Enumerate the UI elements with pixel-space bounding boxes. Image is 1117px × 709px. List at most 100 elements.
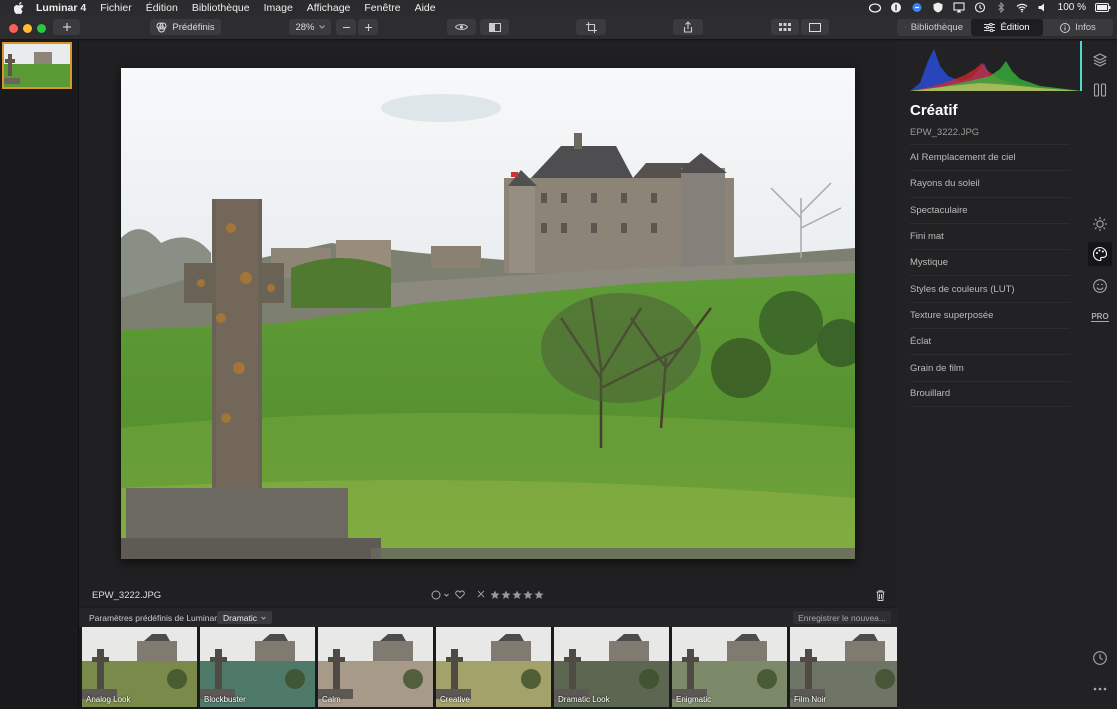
favorite-button[interactable] bbox=[455, 590, 465, 599]
volume-icon[interactable] bbox=[1037, 2, 1049, 13]
preset-label: Dramatic Look bbox=[558, 695, 610, 704]
preset-thumbnail[interactable]: Creative bbox=[436, 627, 551, 707]
creative-tool-item[interactable]: Éclat bbox=[910, 328, 1070, 354]
preset-thumbnail[interactable]: Enigmatic bbox=[672, 627, 787, 707]
menu-fenetre[interactable]: Fenêtre bbox=[364, 2, 400, 14]
dropbox-icon[interactable] bbox=[911, 2, 923, 13]
star-icon[interactable] bbox=[501, 590, 511, 600]
preset-label: Creative bbox=[440, 695, 470, 704]
flag-control[interactable] bbox=[431, 590, 449, 600]
more-options-icon[interactable] bbox=[1091, 680, 1109, 698]
filmstrip-thumbnail[interactable] bbox=[2, 42, 72, 89]
essentials-sun-icon[interactable] bbox=[1091, 215, 1109, 233]
chevron-down-icon bbox=[318, 25, 325, 29]
preset-thumbnail[interactable]: Blockbuster bbox=[200, 627, 315, 707]
menu-bibliotheque[interactable]: Bibliothèque bbox=[192, 2, 250, 14]
histogram bbox=[910, 41, 1082, 91]
layers-icon[interactable] bbox=[1091, 51, 1109, 69]
menu-app-name[interactable]: Luminar 4 bbox=[36, 2, 86, 14]
creative-tool-item[interactable]: Rayons du soleil bbox=[910, 170, 1070, 196]
window-minimize-button[interactable] bbox=[23, 24, 32, 33]
star-icon[interactable] bbox=[523, 590, 533, 600]
preset-thumbnail[interactable]: Analog Look bbox=[82, 627, 197, 707]
apple-icon[interactable] bbox=[12, 1, 26, 14]
preset-category-select[interactable]: Dramatic bbox=[217, 611, 273, 624]
image-filename: EPW_3222.JPG bbox=[92, 590, 162, 601]
tab-bibliotheque[interactable]: Bibliothèque bbox=[897, 19, 971, 36]
share-icon bbox=[683, 21, 693, 33]
creative-tool-item[interactable]: Spectaculaire bbox=[910, 196, 1070, 223]
preset-thumbnail[interactable]: Calm bbox=[318, 627, 433, 707]
creative-tool-label: Rayons du soleil bbox=[910, 178, 980, 190]
creative-tool-label: Grain de film bbox=[910, 362, 964, 374]
presets-header-label: Paramètres prédéfinis de Luminar : bbox=[89, 613, 222, 623]
tab-infos-label: Infos bbox=[1075, 22, 1096, 33]
creative-tool-item[interactable]: Grain de film bbox=[910, 354, 1070, 380]
share-button[interactable] bbox=[673, 19, 703, 35]
gallery-view-button[interactable] bbox=[771, 19, 799, 35]
menu-affichage[interactable]: Affichage bbox=[307, 2, 351, 14]
menu-aide[interactable]: Aide bbox=[415, 2, 436, 14]
plus-icon bbox=[62, 23, 71, 31]
zoom-value: 28% bbox=[295, 21, 315, 33]
tab-edition[interactable]: Édition bbox=[971, 19, 1043, 36]
creative-tool-label: Spectaculaire bbox=[910, 204, 968, 216]
menu-edition[interactable]: Édition bbox=[146, 2, 178, 14]
battery-icon[interactable] bbox=[1095, 2, 1111, 13]
image-canvas[interactable] bbox=[79, 41, 897, 586]
creative-tool-item[interactable]: Texture superposée bbox=[910, 301, 1070, 328]
add-images-button[interactable] bbox=[53, 19, 80, 35]
wifi-icon[interactable] bbox=[1016, 2, 1028, 13]
window-close-button[interactable] bbox=[9, 24, 18, 33]
zoom-select[interactable]: 28% bbox=[289, 19, 331, 35]
single-view-button[interactable] bbox=[801, 19, 829, 35]
creative-tool-item[interactable]: Brouillard bbox=[910, 380, 1070, 407]
pro-tools-icon[interactable]: PRO bbox=[1091, 308, 1109, 326]
preset-thumbnail[interactable]: Dramatic Look bbox=[554, 627, 669, 707]
menu-image[interactable]: Image bbox=[264, 2, 293, 14]
zoom-out-button[interactable] bbox=[336, 19, 356, 35]
chevron-down-icon bbox=[261, 616, 266, 620]
compare-button[interactable] bbox=[480, 19, 509, 35]
delete-button[interactable] bbox=[876, 590, 885, 601]
tab-edition-label: Édition bbox=[1000, 22, 1030, 33]
bluetooth-icon[interactable] bbox=[995, 2, 1007, 13]
creative-cloud-icon[interactable] bbox=[868, 2, 881, 13]
info-icon bbox=[1060, 22, 1071, 33]
presets-label: Prédéfinis bbox=[172, 21, 215, 33]
shield-icon[interactable] bbox=[932, 2, 944, 13]
star-icon[interactable] bbox=[490, 590, 500, 600]
edited-photo[interactable] bbox=[121, 68, 855, 559]
creative-tool-item[interactable]: Styles de couleurs (LUT) bbox=[910, 275, 1070, 301]
reject-button[interactable] bbox=[477, 590, 485, 598]
menu-fichier[interactable]: Fichier bbox=[100, 2, 132, 14]
zoom-in-button[interactable] bbox=[358, 19, 378, 35]
panel-filename: EPW_3222.JPG bbox=[910, 127, 980, 138]
history-clock-icon[interactable] bbox=[1091, 649, 1109, 667]
sliders-icon bbox=[984, 23, 996, 32]
airplay-icon[interactable] bbox=[953, 2, 965, 13]
portrait-smile-icon[interactable] bbox=[1091, 277, 1109, 295]
crop-button[interactable] bbox=[576, 19, 606, 35]
creative-tool-item[interactable]: Mystique bbox=[910, 249, 1070, 275]
star-icon[interactable] bbox=[512, 590, 522, 600]
save-new-preset-button[interactable]: Enregistrer le nouvea... bbox=[793, 611, 891, 624]
window-zoom-button[interactable] bbox=[37, 24, 46, 33]
creative-tool-label: Mystique bbox=[910, 257, 949, 269]
preset-thumbnail[interactable]: Film Noir bbox=[790, 627, 897, 707]
onepassword-icon[interactable] bbox=[890, 2, 902, 13]
preset-label: Blockbuster bbox=[204, 695, 246, 704]
creative-tool-item[interactable]: AI Remplacement de ciel bbox=[910, 144, 1070, 170]
creative-tool-item[interactable]: Fini mat bbox=[910, 222, 1070, 249]
creative-palette-icon[interactable] bbox=[1088, 242, 1112, 266]
presets-header: Paramètres prédéfinis de Luminar : Drama… bbox=[79, 608, 897, 627]
presets-button[interactable]: Prédéfinis bbox=[150, 19, 221, 35]
star-icon[interactable] bbox=[534, 590, 544, 600]
time-machine-icon[interactable] bbox=[974, 2, 986, 13]
tab-infos[interactable]: Infos bbox=[1043, 19, 1113, 36]
preview-toggle-button[interactable] bbox=[447, 19, 476, 35]
pro-label: PRO bbox=[1091, 312, 1109, 322]
canvas-tools-icon[interactable] bbox=[1091, 81, 1109, 99]
creative-tool-label: Fini mat bbox=[910, 231, 944, 243]
star-rating[interactable] bbox=[490, 590, 544, 600]
